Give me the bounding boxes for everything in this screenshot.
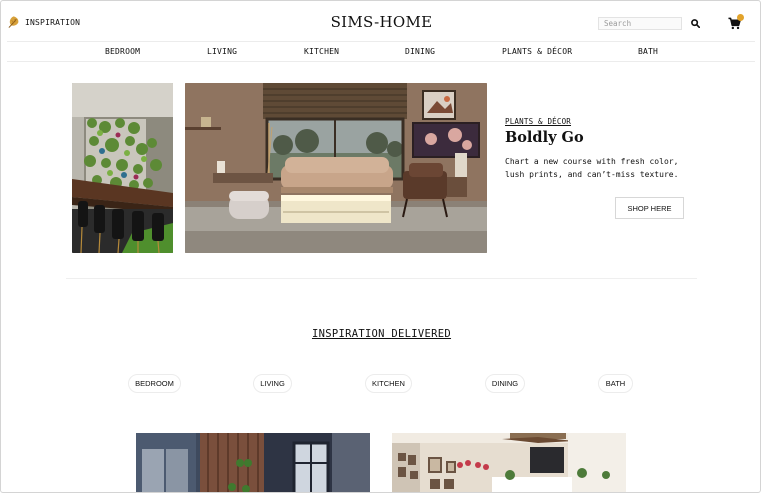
category-nav: BEDROOM LIVING KITCHEN DINING PLANTS & D… [7,41,755,62]
filter-bedroom[interactable]: BEDROOM [128,374,181,393]
top-bar: INSPIRATION SIMS-HOME [1,1,760,43]
filter-living[interactable]: LIVING [253,374,292,393]
hero-title: Boldly Go [505,129,584,146]
section-divider [66,278,697,279]
search-input[interactable] [598,17,682,30]
nav-bedroom[interactable]: BEDROOM [105,47,140,56]
filter-dining[interactable]: DINING [485,374,525,393]
leaf-icon [8,16,19,28]
page: INSPIRATION SIMS-HOME BEDROOM LIVING KIT… [0,0,761,493]
hero-image-living-room[interactable] [185,83,487,253]
nav-kitchen[interactable]: KITCHEN [304,47,339,56]
hero-image-kitchen[interactable] [72,83,173,253]
shop-here-button[interactable]: SHOP HERE [615,197,684,219]
nav-plants-decor[interactable]: PLANTS & DÉCOR [502,47,572,56]
section-title: INSPIRATION DELIVERED [311,328,452,340]
nav-bath[interactable]: BATH [638,47,658,56]
filter-kitchen[interactable]: KITCHEN [365,374,412,393]
nav-living[interactable]: LIVING [207,47,237,56]
inspiration-card-image[interactable] [392,433,626,492]
inspiration-label: INSPIRATION [25,17,81,27]
inspiration-link[interactable]: INSPIRATION [7,15,80,29]
filter-bath[interactable]: BATH [598,374,633,393]
search-button[interactable] [689,17,701,30]
cart-button[interactable] [728,14,744,31]
hero-body: Chart a new course with fresh color, lus… [505,157,679,179]
cart-count-badge [737,14,744,21]
search-icon [690,19,700,28]
inspiration-card-image[interactable] [136,433,370,492]
nav-dining[interactable]: DINING [405,47,435,56]
hero-kicker[interactable]: PLANTS & DÉCOR [505,117,695,126]
hero-text: PLANTS & DÉCOR Boldly Go Chart a new cou… [505,117,695,181]
